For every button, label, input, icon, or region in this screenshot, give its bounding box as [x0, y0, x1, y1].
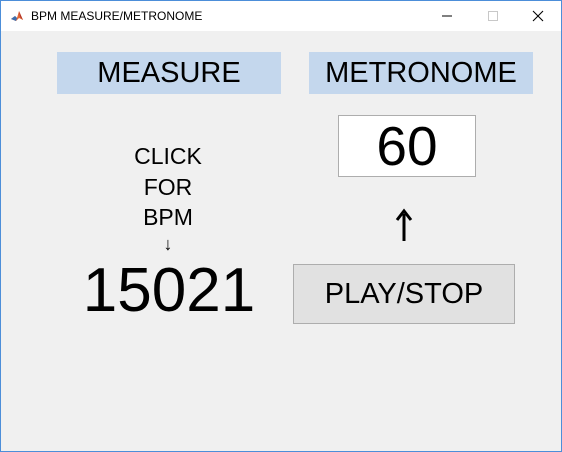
click-instruction-line-1[interactable]: CLICK [108, 141, 228, 171]
close-icon [532, 10, 544, 22]
up-arrow-icon [395, 208, 413, 241]
matlab-logo-icon [10, 9, 24, 23]
bpm-readout[interactable]: 15021 [57, 253, 281, 329]
tempo-input[interactable]: 60 [338, 115, 476, 177]
minimize-button[interactable] [424, 1, 470, 31]
click-instruction-line-2[interactable]: FOR [108, 172, 228, 202]
minimize-icon [442, 15, 452, 17]
maximize-icon [488, 11, 498, 21]
window-title: BPM MEASURE/METRONOME [31, 9, 203, 23]
click-instruction-line-3[interactable]: BPM [108, 202, 228, 232]
close-button[interactable] [515, 1, 561, 31]
measure-label: MEASURE [57, 52, 281, 94]
metronome-label: METRONOME [309, 52, 533, 94]
app-window: BPM MEASURE/METRONOME MEASURE METRONOME … [0, 0, 562, 452]
down-arrow-icon: ↓ [163, 234, 173, 254]
maximize-button[interactable] [470, 1, 516, 31]
play-stop-button[interactable]: PLAY/STOP [293, 264, 515, 324]
title-bar[interactable]: BPM MEASURE/METRONOME [1, 1, 561, 31]
